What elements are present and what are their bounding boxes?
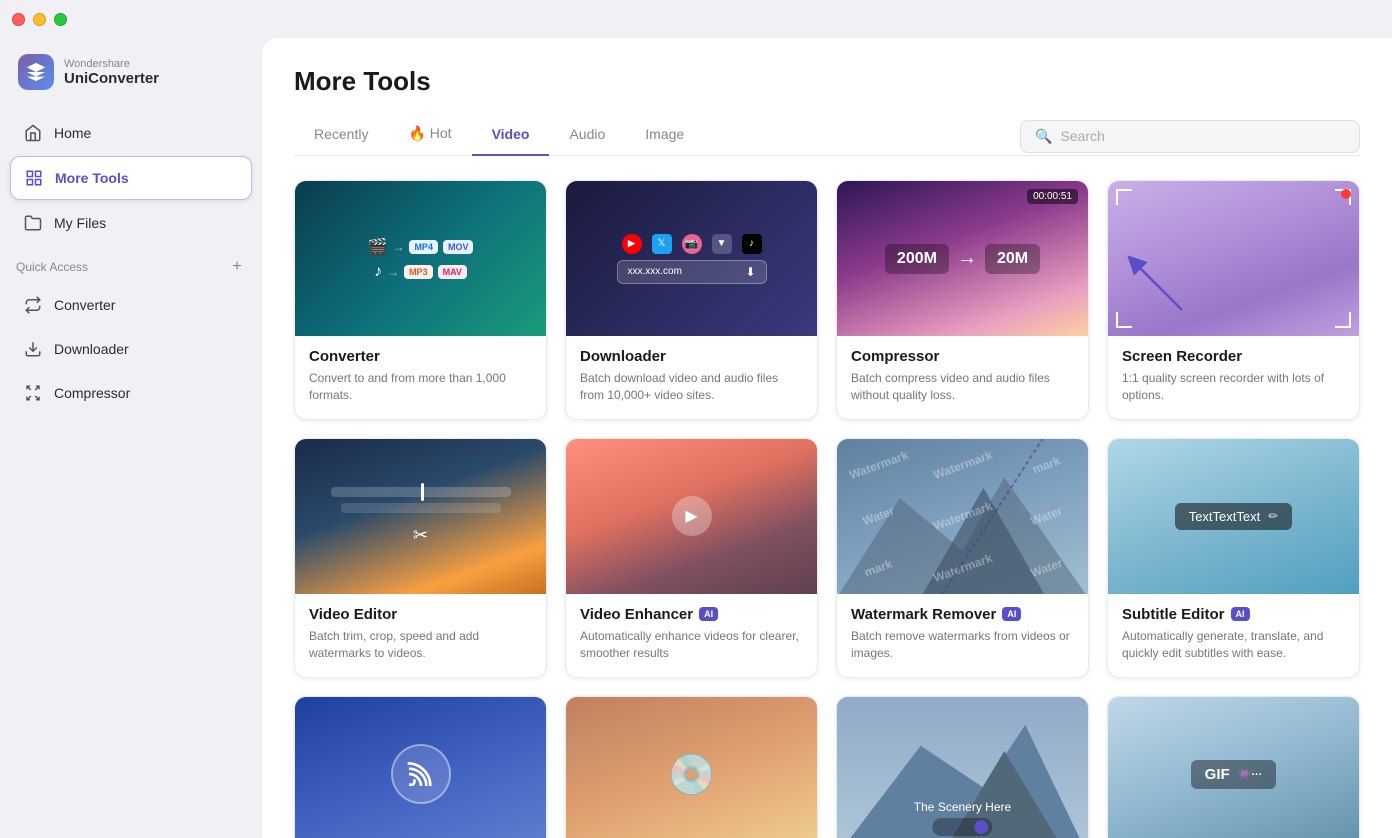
compressor-icon xyxy=(22,382,44,404)
tool-desc-converter: Convert to and from more than 1,000 form… xyxy=(309,370,532,405)
tab-video[interactable]: Video xyxy=(472,118,550,156)
tool-title-compressor: Compressor xyxy=(851,348,1074,365)
twitter-icon: 𝕏 xyxy=(652,234,672,254)
search-bar: 🔍 xyxy=(1020,120,1360,153)
sidebar-item-my-files-label: My Files xyxy=(54,215,106,231)
subtitle-text-box: TextTextText ✏ xyxy=(1175,503,1293,530)
maximize-button[interactable] xyxy=(54,13,67,26)
tool-card-scenery[interactable]: The Scenery Here Background Remover Easi… xyxy=(836,696,1089,838)
sidebar-item-compressor[interactable]: Compressor xyxy=(10,372,252,414)
brand-label: Wondershare xyxy=(64,58,159,70)
logo-icon xyxy=(18,54,54,90)
tool-desc-screen-recorder: 1:1 quality screen recorder with lots of… xyxy=(1122,370,1345,405)
app-logo: Wondershare UniConverter xyxy=(0,44,262,110)
sidebar-item-converter-label: Converter xyxy=(54,297,115,313)
sidebar-item-home-label: Home xyxy=(54,125,91,141)
tool-card-screen-recorder[interactable]: Screen Recorder 1:1 quality screen recor… xyxy=(1107,180,1360,420)
ai-badge-watermark: AI xyxy=(1002,607,1021,621)
sidebar-item-more-tools-label: More Tools xyxy=(55,170,129,186)
tool-card-downloader[interactable]: ▶ 𝕏 📷 ▼ ♪ xxx.xxx.com ⬇ xyxy=(565,180,818,420)
main-content: More Tools Recently 🔥 Hot Video Audio Im… xyxy=(262,38,1392,838)
tool-card-video-enhancer[interactable]: ▶ Video Enhancer AI Automatically enhanc… xyxy=(565,438,818,678)
dl-icon: ▼ xyxy=(712,234,732,254)
disc-icon: 💿 xyxy=(667,751,717,798)
tool-title-screen-recorder: Screen Recorder xyxy=(1122,348,1345,365)
grid-icon xyxy=(23,167,45,189)
tool-desc-subtitle-editor: Automatically generate, translate, and q… xyxy=(1122,628,1345,663)
tool-title-converter: Converter xyxy=(309,348,532,365)
tool-card-burn[interactable]: 💿 DVD Burner Burn videos to DVD, Blu-ray… xyxy=(565,696,818,838)
tool-card-watermark-remover[interactable]: Watermark Watermark mark Water Watermark… xyxy=(836,438,1089,678)
tool-title-video-enhancer: Video Enhancer AI xyxy=(580,606,803,623)
tiktok-icon: ♪ xyxy=(742,234,762,254)
quick-access-list: Converter Downloader Compressor xyxy=(0,284,262,414)
cast-circle xyxy=(391,744,451,804)
tool-desc-compressor: Batch compress video and audio files wit… xyxy=(851,370,1074,405)
search-input[interactable] xyxy=(1060,128,1345,144)
ai-badge-subtitle: AI xyxy=(1231,607,1250,621)
tab-recently[interactable]: Recently xyxy=(294,118,388,156)
logo-text: Wondershare UniConverter xyxy=(64,58,159,87)
tab-audio[interactable]: Audio xyxy=(549,118,625,156)
sidebar-item-compressor-label: Compressor xyxy=(54,385,130,401)
quick-access-label: Quick Access xyxy=(16,260,88,274)
quick-access-section: Quick Access + xyxy=(0,246,262,282)
sidebar-item-home[interactable]: Home xyxy=(10,112,252,154)
search-icon: 🔍 xyxy=(1035,128,1052,145)
url-bar: xxx.xxx.com ⬇ xyxy=(617,260,767,284)
sidebar: Wondershare UniConverter Home More Tools… xyxy=(0,0,262,838)
tool-desc-video-enhancer: Automatically enhance videos for clearer… xyxy=(580,628,803,663)
folder-icon xyxy=(22,212,44,234)
converter-icon xyxy=(22,294,44,316)
sidebar-nav: Home More Tools My Files xyxy=(0,112,262,244)
instagram-icon: 📷 xyxy=(682,234,702,254)
page-title: More Tools xyxy=(294,66,1360,97)
sidebar-item-converter[interactable]: Converter xyxy=(10,284,252,326)
tool-card-compressor[interactable]: 00:00:51 200M → 20M Compressor Batch com… xyxy=(836,180,1089,420)
product-label: UniConverter xyxy=(64,70,159,87)
youtube-icon: ▶ xyxy=(622,234,642,254)
tool-card-gif-maker[interactable]: GIF 👾··· GIF Maker Convert video to GIF … xyxy=(1107,696,1360,838)
titlebar xyxy=(0,0,1392,38)
tabs-bar: Recently 🔥 Hot Video Audio Image 🔍 xyxy=(294,117,1360,156)
record-dot xyxy=(1341,189,1351,199)
tool-title-subtitle-editor: Subtitle Editor AI xyxy=(1122,606,1345,623)
tool-desc-watermark-remover: Batch remove watermarks from videos or i… xyxy=(851,628,1074,663)
home-icon xyxy=(22,122,44,144)
tool-title-watermark-remover: Watermark Remover AI xyxy=(851,606,1074,623)
tool-desc-video-editor: Batch trim, crop, speed and add watermar… xyxy=(309,628,532,663)
scissors-icon: ✂ xyxy=(413,525,428,546)
downloader-icon xyxy=(22,338,44,360)
sidebar-item-downloader-label: Downloader xyxy=(54,341,129,357)
tool-card-subtitle-editor[interactable]: TextTextText ✏ Subtitle Editor AI Automa… xyxy=(1107,438,1360,678)
tab-image[interactable]: Image xyxy=(625,118,704,156)
tool-title-video-editor: Video Editor xyxy=(309,606,532,623)
tool-card-cast[interactable]: Cast to TV Wirelessly stream media to yo… xyxy=(294,696,547,838)
play-button[interactable]: ▶ xyxy=(672,496,712,536)
ai-badge: AI xyxy=(699,607,718,621)
tool-title-downloader: Downloader xyxy=(580,348,803,365)
tools-grid: 🎬 → MP4 MOV ♪ → MP3 MAV xyxy=(294,180,1360,838)
quick-access-add-button[interactable]: + xyxy=(228,258,246,276)
close-button[interactable] xyxy=(12,13,25,26)
tab-hot[interactable]: 🔥 Hot xyxy=(388,117,471,156)
sidebar-item-more-tools[interactable]: More Tools xyxy=(10,156,252,200)
time-badge: 00:00:51 xyxy=(1027,189,1078,204)
gif-badge: GIF 👾··· xyxy=(1191,760,1277,789)
search-container: 🔍 xyxy=(1020,120,1360,153)
sidebar-item-downloader[interactable]: Downloader xyxy=(10,328,252,370)
tool-card-converter[interactable]: 🎬 → MP4 MOV ♪ → MP3 MAV xyxy=(294,180,547,420)
tool-card-video-editor[interactable]: ✂ Video Editor Batch trim, crop, speed a… xyxy=(294,438,547,678)
minimize-button[interactable] xyxy=(33,13,46,26)
tool-desc-downloader: Batch download video and audio files fro… xyxy=(580,370,803,405)
sidebar-item-my-files[interactable]: My Files xyxy=(10,202,252,244)
